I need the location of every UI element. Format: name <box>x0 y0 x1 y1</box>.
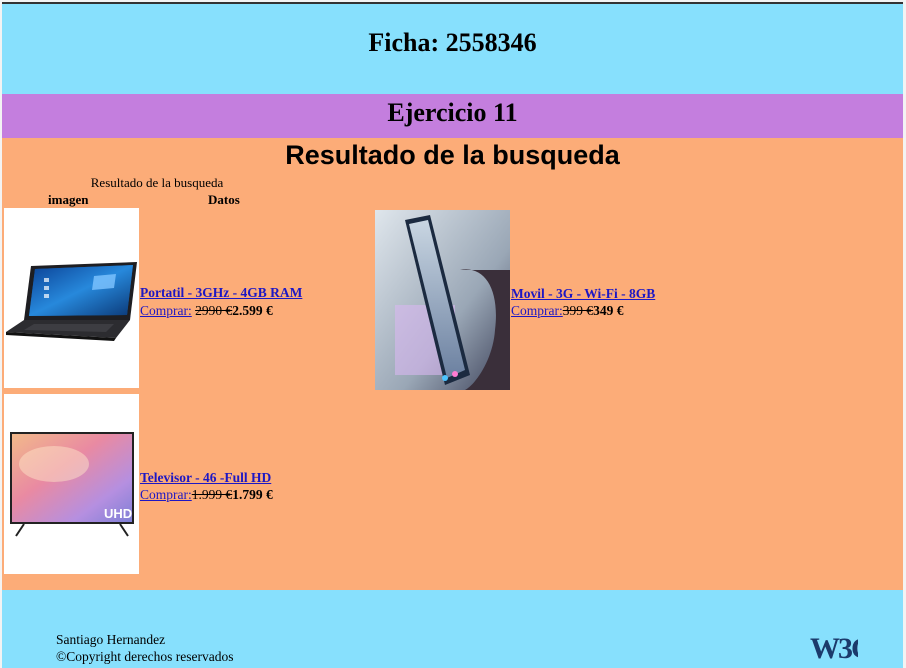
new-price-laptop: 2.599 € <box>232 303 273 318</box>
buy-link-tv[interactable]: Comprar: <box>140 487 192 502</box>
uhd-badge: UHD <box>104 506 132 521</box>
svg-text:W3C: W3C <box>810 632 858 664</box>
page-frame: Ficha: 2558346 Ejercicio 11 Resultado de… <box>2 2 903 668</box>
w3c-logo[interactable]: W3C <box>808 628 873 665</box>
exercise-title: Ejercicio 11 <box>387 98 518 127</box>
page-title: Ficha: 2558346 <box>368 28 537 57</box>
exercise-bar: Ejercicio 11 <box>2 94 903 138</box>
television-image: UHD <box>4 394 139 574</box>
new-price-phone: 349 € <box>593 303 624 318</box>
old-price-phone: 399 € <box>562 303 594 318</box>
new-price-tv: 1.799 € <box>232 487 273 502</box>
page-footer: Santiago Hernandez ©Copyright derechos r… <box>2 590 903 668</box>
price-line-tv: Comprar:1.999 €1.799 € <box>140 487 273 503</box>
column-header-datos: Datos <box>208 192 240 207</box>
old-price-tv: 1.999 € <box>191 487 233 502</box>
price-line-laptop: Comprar: 2990 €2.599 € <box>140 303 273 319</box>
buy-link-phone[interactable]: Comprar: <box>511 303 563 318</box>
table-caption: Resultado de la busqueda <box>90 175 224 190</box>
product-link-laptop[interactable]: Portatil - 3GHz - 4GB RAM <box>140 285 302 301</box>
old-price-laptop: 2990 € <box>195 303 233 318</box>
price-line-phone: Comprar:399 €349 € <box>511 303 624 319</box>
footer-copyright: ©Copyright derechos reservados <box>56 649 234 664</box>
product-link-phone[interactable]: Movil - 3G - Wi-Fi - 8GB <box>511 286 655 302</box>
page-header: Ficha: 2558346 <box>2 4 903 94</box>
results-heading: Resultado de la busqueda <box>285 140 620 170</box>
buy-link-laptop[interactable]: Comprar: <box>140 303 192 318</box>
footer-author: Santiago Hernandez <box>56 632 166 647</box>
column-header-imagen: imagen <box>48 192 89 207</box>
laptop-image <box>4 208 139 388</box>
smartphone-image <box>375 210 510 390</box>
product-link-tv[interactable]: Televisor - 46 -Full HD <box>140 470 271 486</box>
